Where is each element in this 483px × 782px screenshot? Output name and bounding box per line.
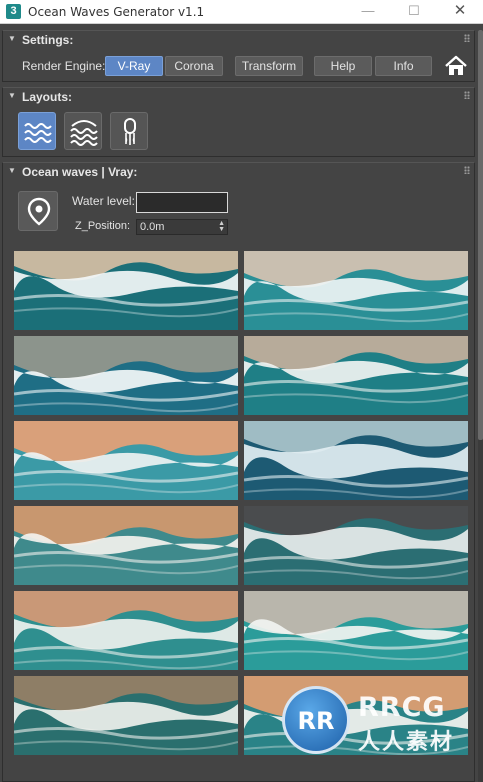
drag-grip-icon[interactable] [464, 34, 470, 42]
watermark-name: RRCG [358, 692, 446, 723]
wave-thumbnail[interactable] [14, 591, 238, 670]
layouts-header[interactable]: ▼ Layouts: [3, 88, 474, 106]
drag-grip-icon[interactable] [464, 166, 470, 174]
wave-thumbnail[interactable] [14, 421, 238, 500]
wave-thumbnail[interactable] [14, 336, 238, 415]
water-level-field[interactable] [136, 192, 228, 213]
collapse-arrow-icon[interactable]: ▼ [8, 91, 16, 100]
wave-thumbnail[interactable] [14, 676, 238, 755]
layouts-rollout: ▼ Layouts: [2, 87, 475, 157]
wave-thumbnail[interactable] [244, 336, 468, 415]
watermark-logo: RR [282, 686, 350, 754]
ocean-header[interactable]: ▼ Ocean waves | Vray: [3, 163, 474, 181]
app-icon: 3 [6, 4, 21, 19]
wave-thumbnail[interactable] [244, 251, 468, 330]
render-engine-label: Render Engine: [22, 59, 106, 73]
wave-thumbnail[interactable] [14, 251, 238, 330]
z-position-spinner[interactable]: 0.0m ▲ ▼ [136, 219, 228, 235]
spinner-arrows-icon[interactable]: ▲ ▼ [218, 220, 225, 233]
location-pin-icon[interactable] [18, 191, 58, 231]
z-position-label: Z_Position: [75, 220, 131, 232]
collapse-arrow-icon[interactable]: ▼ [8, 166, 16, 175]
scrollbar[interactable] [478, 30, 483, 782]
buoy-icon[interactable] [110, 112, 148, 150]
minimize-button[interactable]: — [345, 0, 391, 24]
waves-layered-icon[interactable] [64, 112, 102, 150]
info-button[interactable]: Info [375, 56, 432, 76]
watermark: RR RRCG 人人素材 [282, 686, 482, 756]
transform-button[interactable]: Transform [235, 56, 303, 76]
wave-thumbnail[interactable] [244, 421, 468, 500]
wave-thumbnail[interactable] [244, 506, 468, 585]
collapse-arrow-icon[interactable]: ▼ [8, 34, 16, 43]
z-position-value: 0.0m [140, 221, 165, 233]
ocean-title: Ocean waves | Vray: [22, 165, 138, 179]
wave-thumbnail[interactable] [14, 506, 238, 585]
maximize-button[interactable]: ☐ [391, 0, 437, 24]
settings-header[interactable]: ▼ Settings: [3, 31, 474, 49]
corona-button[interactable]: Corona [165, 56, 223, 76]
settings-rollout: ▼ Settings: Render Engine: V-Ray Corona … [2, 30, 475, 82]
waves-flat-icon[interactable] [18, 112, 56, 150]
vray-button[interactable]: V-Ray [105, 56, 163, 76]
close-button[interactable]: ✕ [437, 0, 483, 24]
home-icon[interactable] [444, 55, 468, 77]
settings-title: Settings: [22, 33, 74, 47]
drag-grip-icon[interactable] [464, 91, 470, 99]
title-bar: 3 Ocean Waves Generator v1.1 — ☐ ✕ [0, 0, 483, 24]
wave-thumbnail[interactable] [244, 591, 468, 670]
scrollbar-thumb[interactable] [478, 30, 483, 440]
window-title: Ocean Waves Generator v1.1 [28, 5, 205, 19]
help-button[interactable]: Help [314, 56, 372, 76]
water-level-label: Water level: [72, 194, 135, 208]
layouts-title: Layouts: [22, 90, 73, 104]
watermark-subtitle: 人人素材 [358, 730, 455, 755]
